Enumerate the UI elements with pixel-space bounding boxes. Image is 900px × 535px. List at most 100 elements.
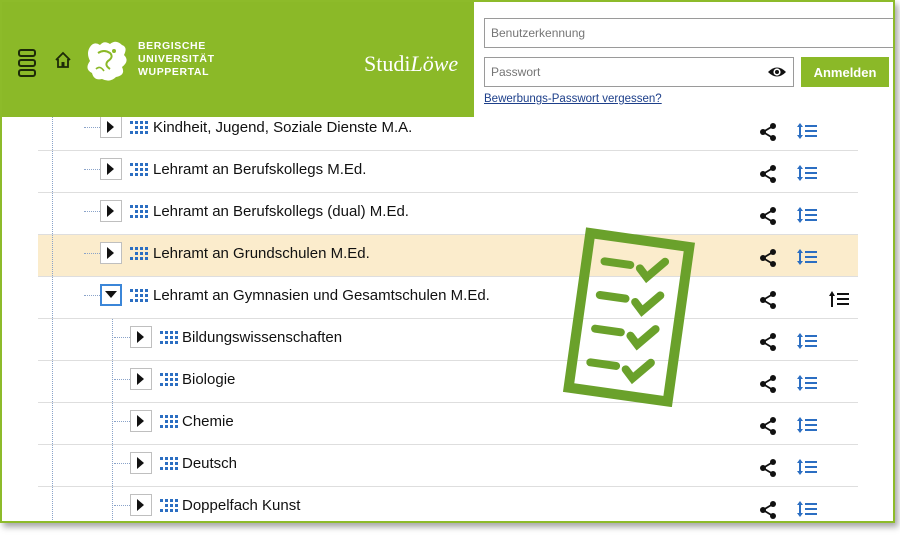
expand-node-button[interactable] — [130, 410, 152, 432]
share-icon[interactable] — [758, 458, 778, 478]
expand-node-button[interactable] — [100, 242, 122, 264]
tree-row-label[interactable]: Lehramt an Berufskollegs M.Ed. — [153, 161, 366, 178]
course-node-icon — [160, 457, 178, 471]
expand-node-button[interactable] — [130, 326, 152, 348]
share-icon[interactable] — [758, 122, 778, 142]
share-icon[interactable] — [758, 374, 778, 394]
expand-node-button[interactable] — [100, 158, 122, 180]
expand-node-button[interactable] — [130, 368, 152, 390]
tree-row-label[interactable]: Doppelfach Kunst — [182, 497, 300, 514]
tree-guide-line — [84, 295, 100, 296]
share-icon[interactable] — [758, 248, 778, 268]
tree-row[interactable]: Doppelfach Kunst — [38, 487, 858, 521]
tree-row-label[interactable]: Kindheit, Jugend, Soziale Dienste M.A. — [153, 119, 412, 136]
tree-guide-line — [52, 235, 53, 276]
username-input[interactable] — [484, 18, 893, 48]
share-icon[interactable] — [758, 206, 778, 226]
sort-icon[interactable] — [796, 206, 818, 224]
tree-guide-line — [112, 403, 113, 444]
collapse-node-button[interactable] — [100, 284, 122, 306]
share-icon[interactable] — [758, 416, 778, 436]
sort-icon[interactable] — [796, 500, 818, 518]
tree-guide-line — [112, 319, 113, 360]
tree-row[interactable]: Deutsch — [38, 445, 858, 487]
tree-row[interactable]: Bildungswissenschaften — [38, 319, 858, 361]
app-name-italic: Löwe — [410, 51, 459, 76]
share-icon[interactable] — [758, 332, 778, 352]
tree-row[interactable]: Lehramt an Gymnasien und Gesamtschulen M… — [38, 277, 858, 319]
course-node-icon — [160, 373, 178, 387]
chevron-right-icon — [137, 415, 144, 427]
home-icon[interactable] — [54, 51, 72, 69]
share-icon[interactable] — [758, 290, 778, 310]
tree-row[interactable]: Biologie — [38, 361, 858, 403]
sort-up-icon[interactable] — [828, 290, 850, 308]
forgot-password-link[interactable]: Bewerbungs-Passwort vergessen? — [484, 93, 662, 105]
menu-icon[interactable] — [18, 49, 36, 77]
tree-guide-line — [52, 361, 53, 402]
chevron-right-icon — [137, 457, 144, 469]
sort-icon[interactable] — [796, 248, 818, 266]
chevron-right-icon — [107, 121, 114, 133]
expand-node-button[interactable] — [130, 494, 152, 516]
tree-row-label[interactable]: Bildungswissenschaften — [182, 329, 342, 346]
course-tree: Kindheit, Jugend, Soziale Dienste M.A. Le… — [2, 109, 893, 521]
chevron-right-icon — [107, 163, 114, 175]
tree-guide-line — [114, 337, 130, 338]
share-icon[interactable] — [758, 164, 778, 184]
header-bar: BERGISCHE UNIVERSITÄT WUPPERTAL StudiLöw… — [2, 2, 474, 117]
tree-guide-line — [84, 169, 100, 170]
university-crest-logo[interactable] — [84, 39, 130, 83]
tree-guide-line — [114, 379, 130, 380]
expand-node-button[interactable] — [100, 116, 122, 138]
course-node-icon — [130, 289, 148, 303]
share-icon[interactable] — [758, 500, 778, 520]
tree-guide-line — [52, 487, 53, 521]
chevron-right-icon — [137, 499, 144, 511]
sort-icon[interactable] — [796, 122, 818, 140]
tree-row[interactable]: Chemie — [38, 403, 858, 445]
course-node-icon — [160, 499, 178, 513]
password-input[interactable] — [485, 59, 767, 85]
tree-guide-line — [84, 211, 100, 212]
tree-row-label[interactable]: Deutsch — [182, 455, 237, 472]
sort-icon[interactable] — [796, 458, 818, 476]
tree-row[interactable]: Lehramt an Grundschulen M.Ed. — [38, 235, 858, 277]
chevron-down-icon — [105, 291, 117, 298]
tree-row-label[interactable]: Biologie — [182, 371, 235, 388]
sort-icon[interactable] — [796, 374, 818, 392]
expand-node-button[interactable] — [130, 452, 152, 474]
app-name: StudiLöwe — [364, 51, 458, 77]
chevron-right-icon — [107, 205, 114, 217]
checklist-icon — [562, 227, 695, 407]
expand-node-button[interactable] — [100, 200, 122, 222]
sort-icon[interactable] — [796, 332, 818, 350]
login-button[interactable]: Anmelden — [801, 57, 889, 87]
tree-guide-line — [52, 445, 53, 486]
tree-guide-line — [52, 403, 53, 444]
tree-row-label[interactable]: Lehramt an Gymnasien und Gesamtschulen M… — [153, 287, 490, 304]
tree-row[interactable]: Lehramt an Berufskollegs M.Ed. — [38, 151, 858, 193]
sort-icon[interactable] — [796, 164, 818, 182]
university-name: BERGISCHE UNIVERSITÄT WUPPERTAL — [138, 40, 215, 79]
tree-guide-line — [52, 151, 53, 192]
app-window: Kindheit, Jugend, Soziale Dienste M.A. Le… — [0, 0, 895, 523]
tree-guide-line — [114, 505, 130, 506]
tree-guide-line — [52, 277, 53, 318]
tree-row-label[interactable]: Chemie — [182, 413, 234, 430]
sort-icon[interactable] — [796, 416, 818, 434]
course-node-icon — [130, 121, 148, 135]
password-field — [484, 57, 794, 87]
tree-row-label[interactable]: Lehramt an Berufskollegs (dual) M.Ed. — [153, 203, 409, 220]
university-name-line: BERGISCHE — [138, 40, 206, 52]
tree-guide-line — [112, 487, 113, 521]
login-panel: Anmelden Bewerbungs-Passwort vergessen? — [474, 2, 893, 117]
chevron-right-icon — [137, 331, 144, 343]
course-node-icon — [160, 331, 178, 345]
tree-row[interactable]: Lehramt an Berufskollegs (dual) M.Ed. — [38, 193, 858, 235]
eye-icon[interactable] — [767, 64, 787, 80]
tree-guide-line — [84, 127, 100, 128]
tree-row-label[interactable]: Lehramt an Grundschulen M.Ed. — [153, 245, 370, 262]
tree-guide-line — [112, 445, 113, 486]
university-name-line: UNIVERSITÄT — [138, 53, 215, 65]
